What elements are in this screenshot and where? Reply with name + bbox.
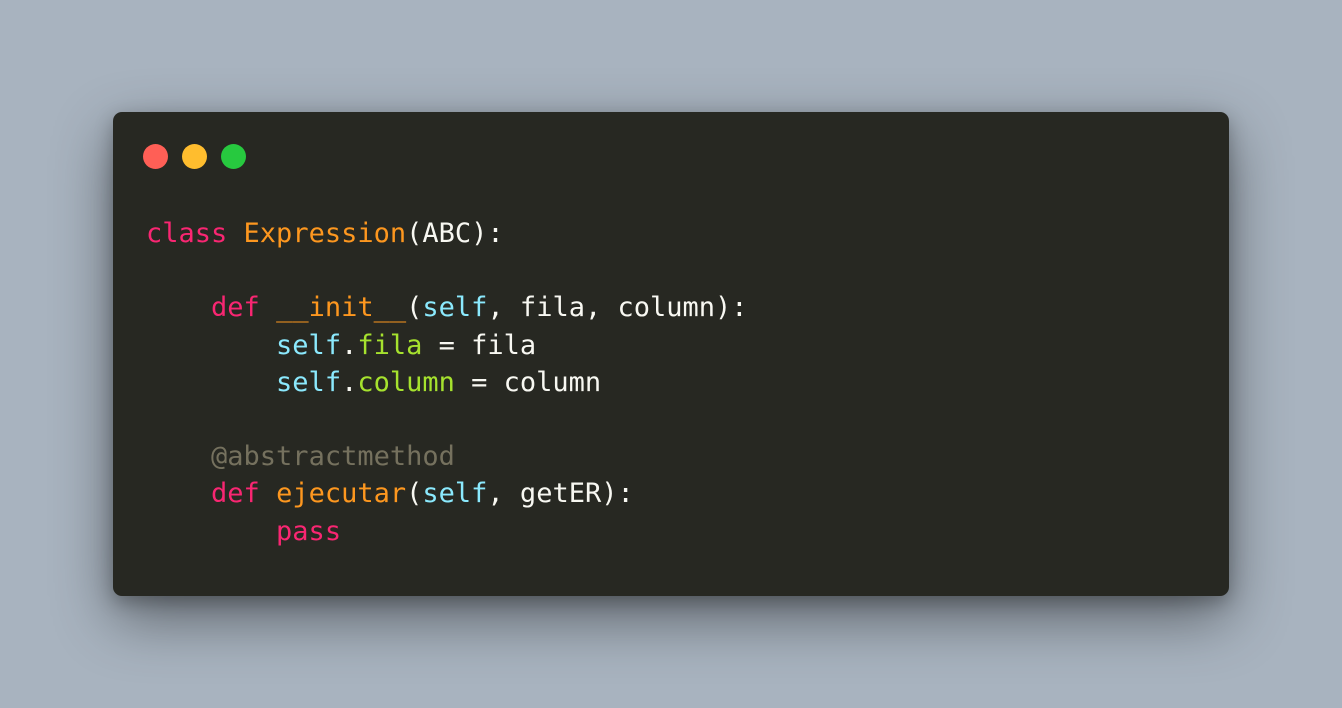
code-token-comment: @abstractmethod: [211, 441, 455, 473]
code-token-keyword: class: [146, 218, 228, 249]
code-line: pass: [146, 513, 748, 550]
window-controls: [143, 144, 246, 169]
code-token-keyword: def: [211, 478, 260, 510]
code-token-function: __init__: [276, 292, 407, 324]
code-token-self: self: [422, 292, 488, 324]
code-token-self: self: [422, 478, 488, 510]
code-token-plain: (ABC):: [406, 218, 504, 249]
minimize-dot-icon[interactable]: [182, 144, 207, 169]
code-token-function: Expression: [243, 218, 407, 249]
code-token-plain: = fila: [422, 329, 537, 361]
code-token-keyword: pass: [276, 515, 342, 547]
code-window: class Expression(ABC): def __init__(self…: [113, 112, 1229, 596]
code-token-function: ejecutar: [276, 478, 407, 510]
code-line: class Expression(ABC):: [146, 215, 748, 252]
code-token-attribute: fila: [357, 329, 423, 361]
close-dot-icon[interactable]: [143, 144, 168, 169]
code-token-keyword: def: [211, 292, 260, 324]
code-line: def ejecutar(self, getER):: [146, 475, 748, 512]
code-token-plain: .: [341, 366, 358, 398]
code-token-plain: (: [406, 292, 423, 324]
code-line: def __init__(self, fila, column):: [146, 289, 748, 326]
code-token-plain: , getER):: [487, 478, 634, 510]
code-token-plain: = column: [454, 366, 602, 398]
code-token-plain: .: [341, 329, 358, 361]
code-token-plain: , fila, column):: [487, 292, 748, 324]
code-token-self: self: [276, 329, 342, 361]
code-line: self.fila = fila: [146, 327, 748, 364]
code-token-attribute: column: [357, 366, 455, 398]
code-token-self: self: [276, 366, 342, 398]
code-token-plain: (: [406, 478, 423, 510]
code-line: self.column = column: [146, 364, 748, 401]
code-line: @abstractmethod: [146, 438, 748, 475]
maximize-dot-icon[interactable]: [221, 144, 246, 169]
code-block: class Expression(ABC): def __init__(self…: [146, 215, 748, 550]
